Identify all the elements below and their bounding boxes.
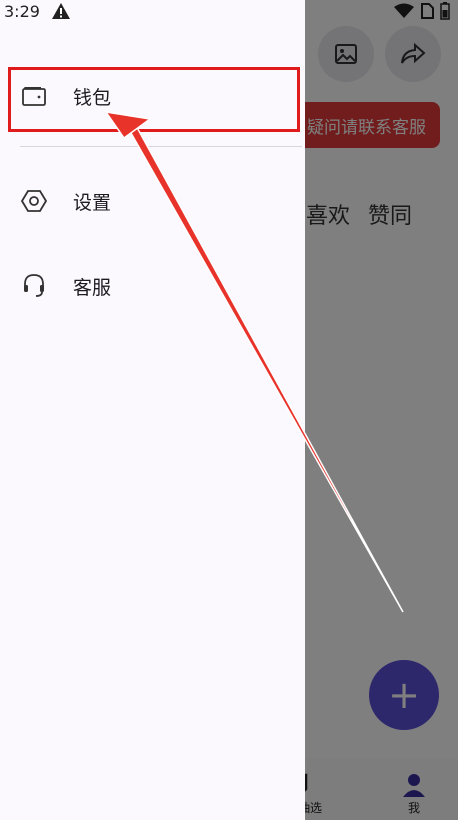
drawer-item-settings[interactable]: 设置 <box>0 175 305 227</box>
drawer-divider <box>20 146 302 147</box>
headset-icon <box>20 272 48 300</box>
drawer-item-support-label: 客服 <box>73 276 112 299</box>
status-bar: 3:29 <box>0 0 305 22</box>
status-time: 3:29 <box>4 1 40 21</box>
drawer-item-settings-label: 设置 <box>73 191 112 214</box>
drawer-item-support[interactable]: 客服 <box>0 260 305 312</box>
settings-hexagon-icon <box>20 187 48 215</box>
annotation-highlight-box <box>8 67 300 132</box>
warning-icon <box>51 3 70 19</box>
